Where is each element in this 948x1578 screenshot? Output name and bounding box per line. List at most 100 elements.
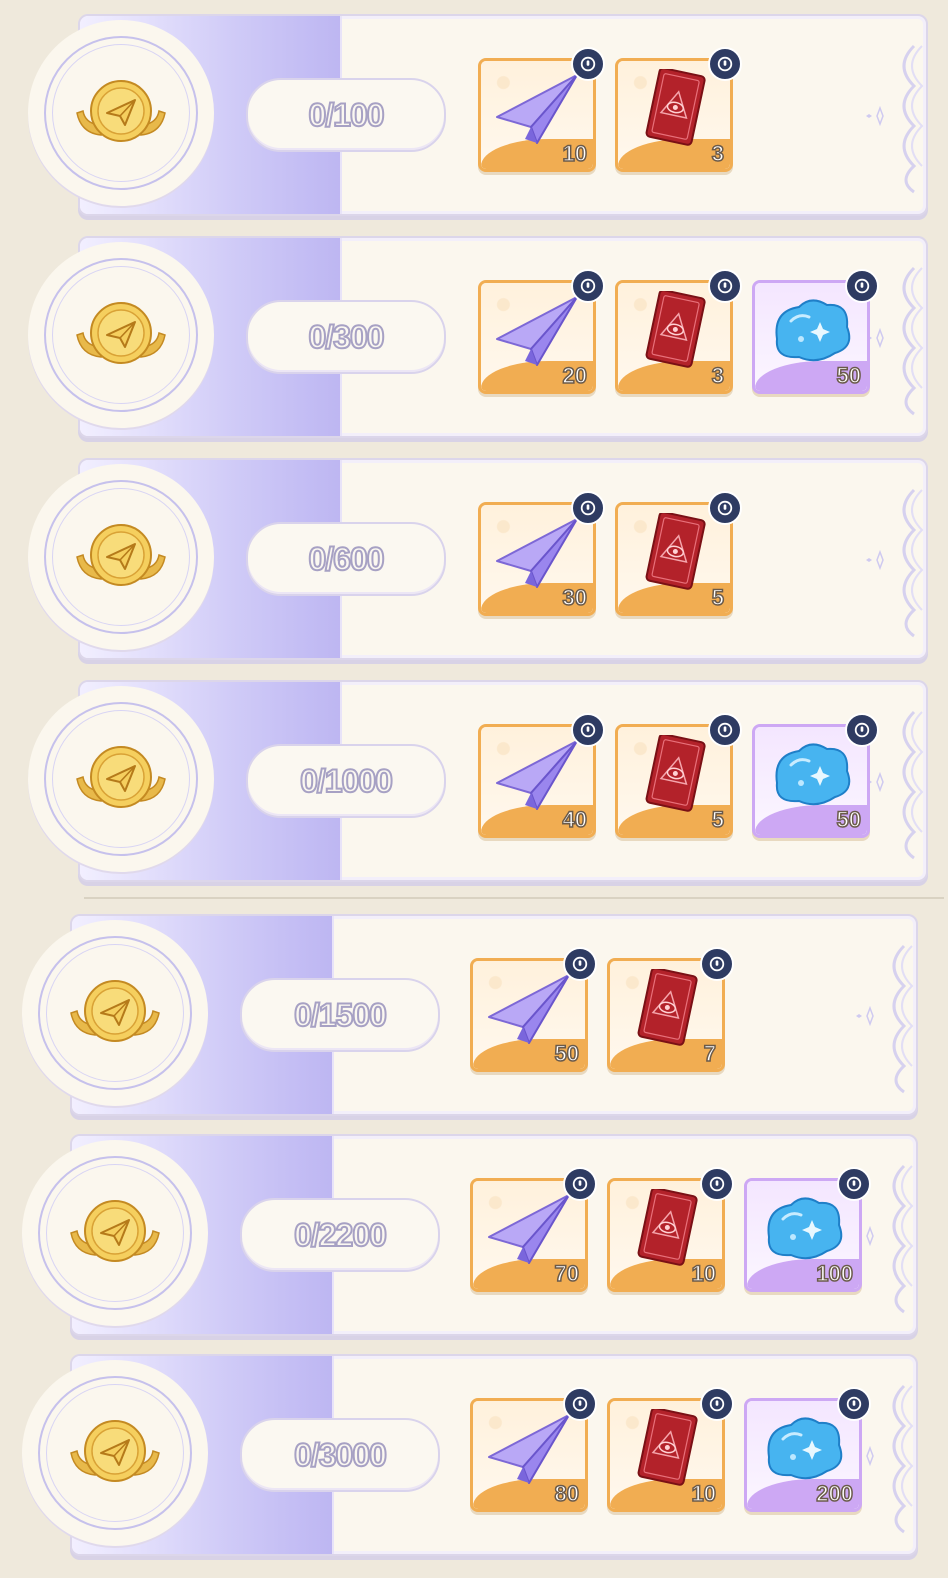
item-quantity: 50 — [836, 806, 862, 833]
ornament-icon — [886, 258, 926, 418]
red-eye-card-icon — [645, 69, 706, 146]
lock-icon — [845, 713, 879, 747]
ornament-icon — [876, 1376, 916, 1536]
item-quantity: 40 — [562, 806, 588, 833]
blue-crystal-slime-icon — [775, 743, 851, 806]
sparkle-icon — [862, 549, 892, 571]
item-quantity: 80 — [554, 1480, 580, 1507]
blue-crystal-slime-icon — [767, 1417, 843, 1480]
lock-icon — [571, 491, 605, 525]
tier-progress: 0/300 — [246, 300, 446, 374]
red-eye-card-icon — [637, 1189, 698, 1266]
reward-item-plane[interactable]: 10 — [478, 47, 605, 172]
tier-progress: 0/3000 — [240, 1418, 440, 1492]
lock-icon — [845, 269, 879, 303]
reward-item-plane[interactable]: 30 — [478, 491, 605, 616]
tier-medal — [28, 686, 214, 872]
paper-plane-icon — [488, 974, 570, 1044]
reward-item-card[interactable]: 10 — [607, 1387, 734, 1512]
paper-plane-icon — [496, 296, 578, 366]
item-quantity: 10 — [691, 1480, 717, 1507]
reward-item-card[interactable]: 5 — [615, 491, 742, 616]
sparkle-icon — [852, 1005, 882, 1027]
red-eye-card-icon — [637, 969, 698, 1046]
tier-progress: 0/1500 — [240, 978, 440, 1052]
item-quantity: 70 — [554, 1260, 580, 1287]
ornament-icon — [876, 1156, 916, 1316]
item-quantity: 20 — [562, 362, 588, 389]
reward-item-plane[interactable]: 80 — [470, 1387, 597, 1512]
gold-winged-paper-plane-medal-icon — [70, 980, 160, 1042]
lock-icon — [708, 713, 742, 747]
paper-plane-icon — [488, 1194, 570, 1264]
item-quantity: 7 — [703, 1040, 717, 1067]
red-eye-card-icon — [645, 291, 706, 368]
tier-medal — [22, 1360, 208, 1546]
red-eye-card-icon — [645, 513, 706, 590]
blue-crystal-slime-icon — [775, 299, 851, 362]
paper-plane-icon — [496, 74, 578, 144]
lock-icon — [837, 1387, 871, 1421]
item-quantity: 5 — [711, 584, 725, 611]
reward-item-slime[interactable]: 50 — [752, 269, 879, 394]
paper-plane-icon — [496, 518, 578, 588]
lock-icon — [571, 47, 605, 81]
ornament-icon — [876, 936, 916, 1096]
lock-icon — [708, 47, 742, 81]
reward-item-card[interactable]: 3 — [615, 269, 742, 394]
item-quantity: 5 — [711, 806, 725, 833]
tier-medal — [22, 920, 208, 1106]
item-quantity: 30 — [562, 584, 588, 611]
tier-medal — [28, 464, 214, 650]
reward-item-plane[interactable]: 50 — [470, 947, 597, 1072]
tier-medal — [28, 242, 214, 428]
lock-icon — [837, 1167, 871, 1201]
tier-medal — [28, 20, 214, 206]
item-quantity: 10 — [691, 1260, 717, 1287]
reward-item-slime[interactable]: 50 — [752, 713, 879, 838]
lock-icon — [571, 713, 605, 747]
lock-icon — [563, 1167, 597, 1201]
ornament-icon — [886, 36, 926, 196]
tier-progress: 0/100 — [246, 78, 446, 152]
sparkle-icon — [862, 105, 892, 127]
gold-winged-paper-plane-medal-icon — [76, 524, 166, 586]
lock-icon — [571, 269, 605, 303]
red-eye-card-icon — [645, 735, 706, 812]
gold-winged-paper-plane-medal-icon — [76, 80, 166, 142]
red-eye-card-icon — [637, 1409, 698, 1486]
reward-item-card[interactable]: 3 — [615, 47, 742, 172]
lock-icon — [700, 1387, 734, 1421]
lock-icon — [563, 1387, 597, 1421]
blue-crystal-slime-icon — [767, 1197, 843, 1260]
item-quantity: 100 — [816, 1260, 854, 1287]
item-quantity: 200 — [816, 1480, 854, 1507]
gold-winged-paper-plane-medal-icon — [70, 1420, 160, 1482]
tier-medal — [22, 1140, 208, 1326]
paper-plane-icon — [488, 1414, 570, 1484]
lock-icon — [708, 491, 742, 525]
gold-winged-paper-plane-medal-icon — [70, 1200, 160, 1262]
item-quantity: 3 — [711, 362, 725, 389]
lock-icon — [563, 947, 597, 981]
tier-progress: 0/1000 — [246, 744, 446, 818]
tier-progress: 0/2200 — [240, 1198, 440, 1272]
item-quantity: 10 — [562, 140, 588, 167]
reward-item-slime[interactable]: 100 — [744, 1167, 871, 1292]
gold-winged-paper-plane-medal-icon — [76, 302, 166, 364]
item-quantity: 50 — [836, 362, 862, 389]
section-divider — [84, 897, 944, 899]
ornament-icon — [886, 702, 926, 862]
reward-item-plane[interactable]: 20 — [478, 269, 605, 394]
reward-item-card[interactable]: 7 — [607, 947, 734, 1072]
lock-icon — [700, 1167, 734, 1201]
tier-progress: 0/600 — [246, 522, 446, 596]
reward-item-plane[interactable]: 40 — [478, 713, 605, 838]
reward-item-card[interactable]: 5 — [615, 713, 742, 838]
reward-item-slime[interactable]: 200 — [744, 1387, 871, 1512]
reward-item-plane[interactable]: 70 — [470, 1167, 597, 1292]
item-quantity: 3 — [711, 140, 725, 167]
ornament-icon — [886, 480, 926, 640]
paper-plane-icon — [496, 740, 578, 810]
reward-item-card[interactable]: 10 — [607, 1167, 734, 1292]
